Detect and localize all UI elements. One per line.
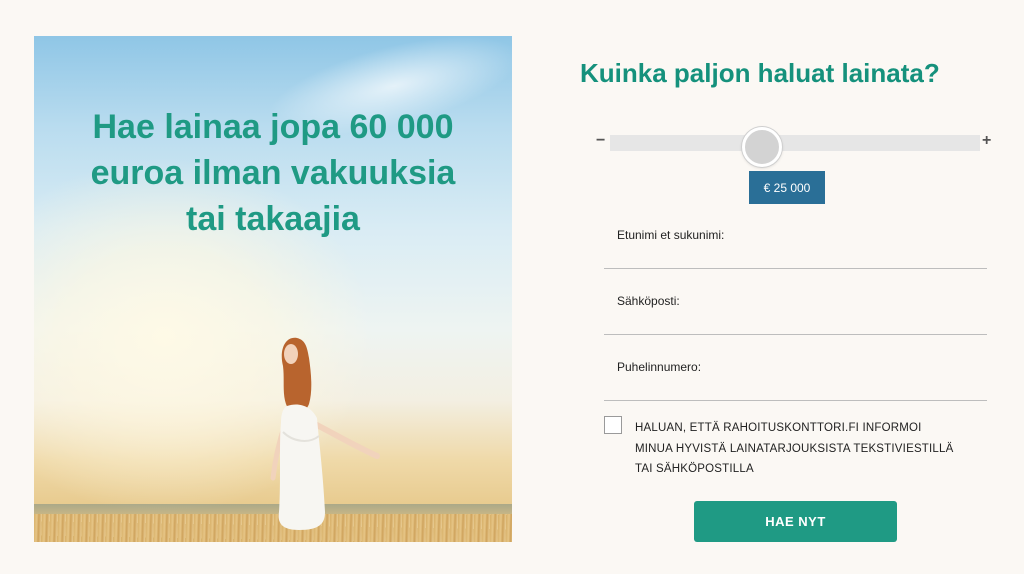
consent-line3: TAI SÄHKÖPOSTILLA [635,463,754,475]
name-label: Etunimi et sukunimi: [617,228,725,242]
form-title: Kuinka paljon haluat lainata? [580,58,940,88]
amount-badge: € 25 000 [749,171,825,204]
slider-track[interactable] [610,127,980,167]
consent-text: HALUAN, ETTÄ RAHOITUSKONTTORI.FI INFORMO… [635,418,975,480]
hero-heading-line2: euroa ilman vakuuksia [90,154,456,192]
email-field[interactable] [604,309,987,335]
consent-checkbox[interactable] [604,416,622,434]
email-label: Sähköposti: [617,294,680,308]
hero-heading: Hae lainaa jopa 60 000 euroa ilman vakuu… [34,104,512,242]
loan-amount-slider[interactable]: − + [594,120,996,167]
consent-line1: HALUAN, ETTÄ RAHOITUSKONTTORI.FI INFORMO… [635,422,922,434]
name-field[interactable] [604,243,987,269]
hero-heading-line3: tai takaajia [186,200,360,238]
decrease-button[interactable]: − [596,132,605,150]
hero-heading-line1: Hae lainaa jopa 60 000 [92,108,454,146]
submit-button[interactable]: HAE NYT [694,501,897,542]
hero-image: Hae lainaa jopa 60 000 euroa ilman vakuu… [34,36,512,542]
woman-figure [270,337,380,530]
phone-field[interactable] [604,375,987,401]
phone-label: Puhelinnumero: [617,360,702,374]
slider-handle[interactable] [741,127,782,167]
increase-button[interactable]: + [982,132,991,150]
consent-line2: MINUA HYVISTÄ LAINATARJOUKSISTA TEKSTIVI… [635,442,954,455]
